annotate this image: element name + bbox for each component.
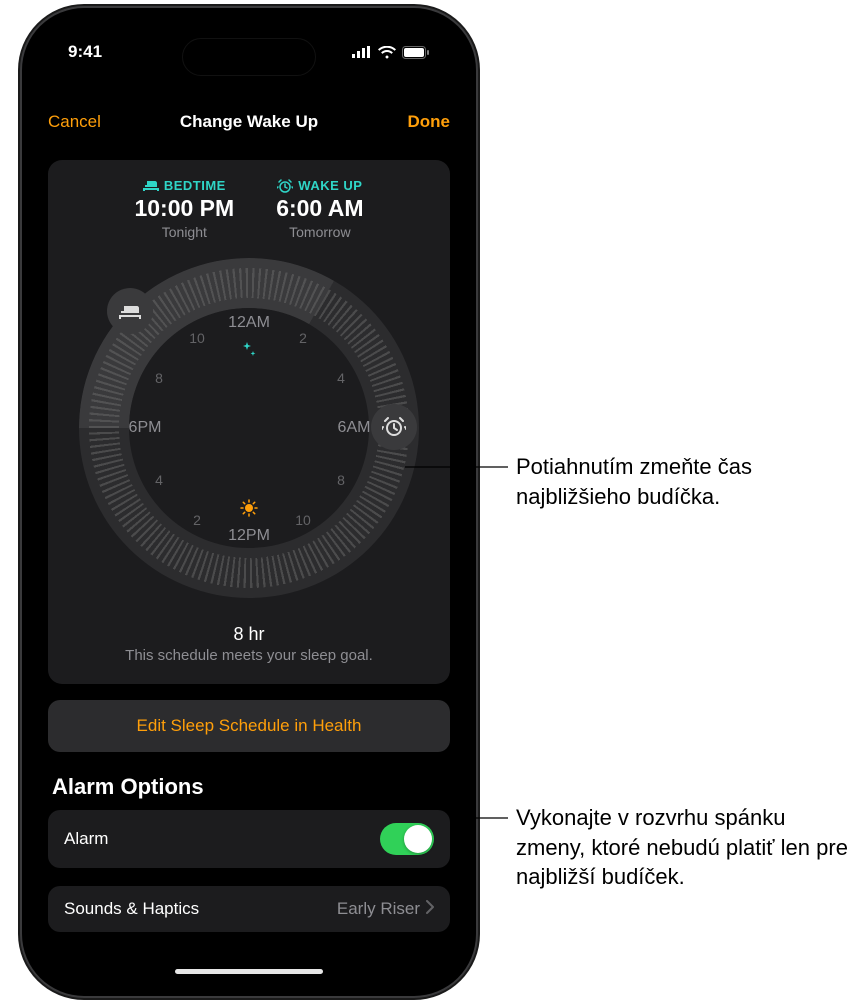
callout-edit-schedule: Vykonajte v rozvrhu spánku zmeny, ktoré … bbox=[516, 803, 856, 892]
bedtime-block: BEDTIME 10:00 PM Tonight bbox=[134, 178, 234, 240]
phone-power-button bbox=[476, 262, 480, 372]
clock-4a: 4 bbox=[337, 370, 345, 386]
dynamic-island bbox=[182, 38, 316, 76]
sounds-value: Early Riser bbox=[337, 899, 420, 919]
alarm-icon bbox=[277, 179, 293, 193]
clock-6am: 6AM bbox=[338, 419, 371, 437]
sun-icon bbox=[240, 499, 258, 522]
clock-4p: 4 bbox=[155, 472, 163, 488]
wakeup-sub: Tomorrow bbox=[276, 224, 363, 240]
wakeup-block: WAKE UP 6:00 AM Tomorrow bbox=[276, 178, 363, 240]
clock-6pm: 6PM bbox=[129, 419, 162, 437]
bed-icon bbox=[143, 180, 159, 191]
wakeup-time: 6:00 AM bbox=[276, 195, 363, 222]
clock-10a: 10 bbox=[295, 512, 311, 528]
cancel-button[interactable]: Cancel bbox=[48, 112, 101, 132]
summary-note: This schedule meets your sleep goal. bbox=[60, 647, 438, 664]
home-indicator[interactable] bbox=[175, 969, 323, 974]
bedtime-sub: Tonight bbox=[134, 224, 234, 240]
schedule-card: BEDTIME 10:00 PM Tonight WAKE UP 6:00 AM… bbox=[48, 160, 450, 684]
alarm-switch[interactable] bbox=[380, 823, 434, 855]
stars-icon bbox=[241, 342, 257, 363]
clock-8p: 8 bbox=[155, 370, 163, 386]
nav-bar: Cancel Change Wake Up Done bbox=[48, 98, 450, 146]
clock-12pm: 12PM bbox=[228, 527, 270, 545]
alarm-icon bbox=[382, 416, 406, 438]
sounds-haptics-row[interactable]: Sounds & Haptics Early Riser bbox=[48, 886, 450, 932]
iphone-frame: 9:41 Cancel Change Wake Up Done BEDTIME bbox=[22, 8, 476, 996]
screen: 9:41 Cancel Change Wake Up Done BEDTIME bbox=[36, 22, 462, 982]
clock-2a: 2 bbox=[299, 330, 307, 346]
chevron-right-icon bbox=[426, 899, 434, 919]
sleep-dial[interactable]: 12AM 6AM 12PM 6PM 2 4 8 10 2 4 8 10 bbox=[79, 258, 419, 598]
alarm-toggle-row[interactable]: Alarm bbox=[48, 810, 450, 868]
clock-12am: 12AM bbox=[228, 314, 270, 332]
sounds-label: Sounds & Haptics bbox=[64, 899, 199, 919]
wifi-icon bbox=[378, 46, 396, 59]
alarm-options-title: Alarm Options bbox=[52, 774, 450, 800]
cellular-icon bbox=[352, 46, 372, 58]
wakeup-label: WAKE UP bbox=[298, 178, 362, 193]
done-button[interactable]: Done bbox=[408, 112, 451, 132]
app-content: Cancel Change Wake Up Done BEDTIME 10:00… bbox=[36, 98, 462, 982]
summary: 8 hr This schedule meets your sleep goal… bbox=[60, 624, 438, 664]
summary-duration: 8 hr bbox=[60, 624, 438, 645]
wakeup-knob[interactable] bbox=[371, 404, 417, 450]
edit-schedule-button[interactable]: Edit Sleep Schedule in Health bbox=[48, 700, 450, 752]
bedtime-knob[interactable] bbox=[107, 288, 153, 334]
status-time: 9:41 bbox=[68, 42, 102, 62]
bed-icon bbox=[119, 304, 141, 319]
callout-wake-drag: Potiahnutím zmeňte čas najbližšieho budí… bbox=[516, 452, 856, 511]
battery-icon bbox=[402, 46, 430, 59]
alarm-label: Alarm bbox=[64, 829, 108, 849]
clock-8a: 8 bbox=[337, 472, 345, 488]
clock-2p: 2 bbox=[193, 512, 201, 528]
bedtime-time: 10:00 PM bbox=[134, 195, 234, 222]
bedtime-label: BEDTIME bbox=[164, 178, 226, 193]
clock-10p: 10 bbox=[189, 330, 205, 346]
